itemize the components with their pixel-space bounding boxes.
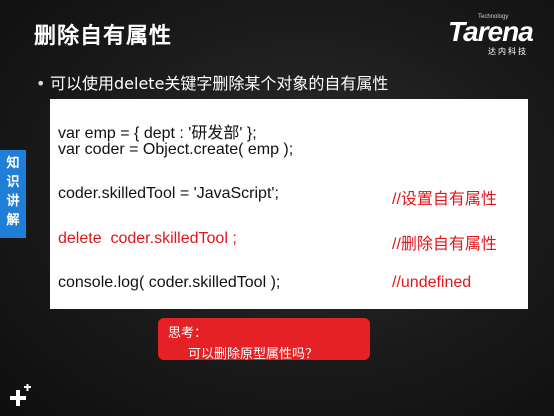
code-line-5: console.log( coder.skilledTool );	[58, 274, 281, 291]
tarena-logo: Technology Tarena 达内科技	[448, 10, 544, 56]
code-comment-4: //删除自有属性	[392, 236, 497, 253]
logo-cn: 达内科技	[488, 47, 528, 56]
code-comment-5: //undefined	[392, 274, 472, 291]
think-callout: 思考： 可以删除原型属性吗？	[158, 318, 370, 362]
callout-line-2: 可以删除原型属性吗？	[188, 347, 319, 362]
plus-icon	[10, 384, 31, 406]
side-tab-knowledge: 知识讲解	[0, 150, 26, 238]
side-tab-label: 知识讲解	[6, 156, 20, 228]
code-line-1: var emp = { dept : '研发部' };	[58, 125, 257, 142]
bullet-dot-icon: •	[36, 74, 46, 93]
logo-brand: Tarena	[448, 16, 534, 47]
code-line-3: coder.skilledTool = 'JavaScript';	[58, 185, 279, 202]
code-box: var emp = { dept : '研发部' }; var coder = …	[50, 99, 528, 309]
bullet-text: 可以使用delete关键字删除某个对象的自有属性	[50, 74, 389, 93]
code-comment-3: //设置自有属性	[392, 191, 497, 208]
code-line-4: delete coder.skilledTool ;	[58, 230, 237, 247]
bullet-point: • 可以使用delete关键字删除某个对象的自有属性	[36, 70, 388, 94]
slide-title: 删除自有属性	[34, 24, 173, 49]
code-line-2: var coder = Object.create( emp );	[58, 141, 294, 158]
callout-line-1: 思考：	[168, 326, 208, 341]
